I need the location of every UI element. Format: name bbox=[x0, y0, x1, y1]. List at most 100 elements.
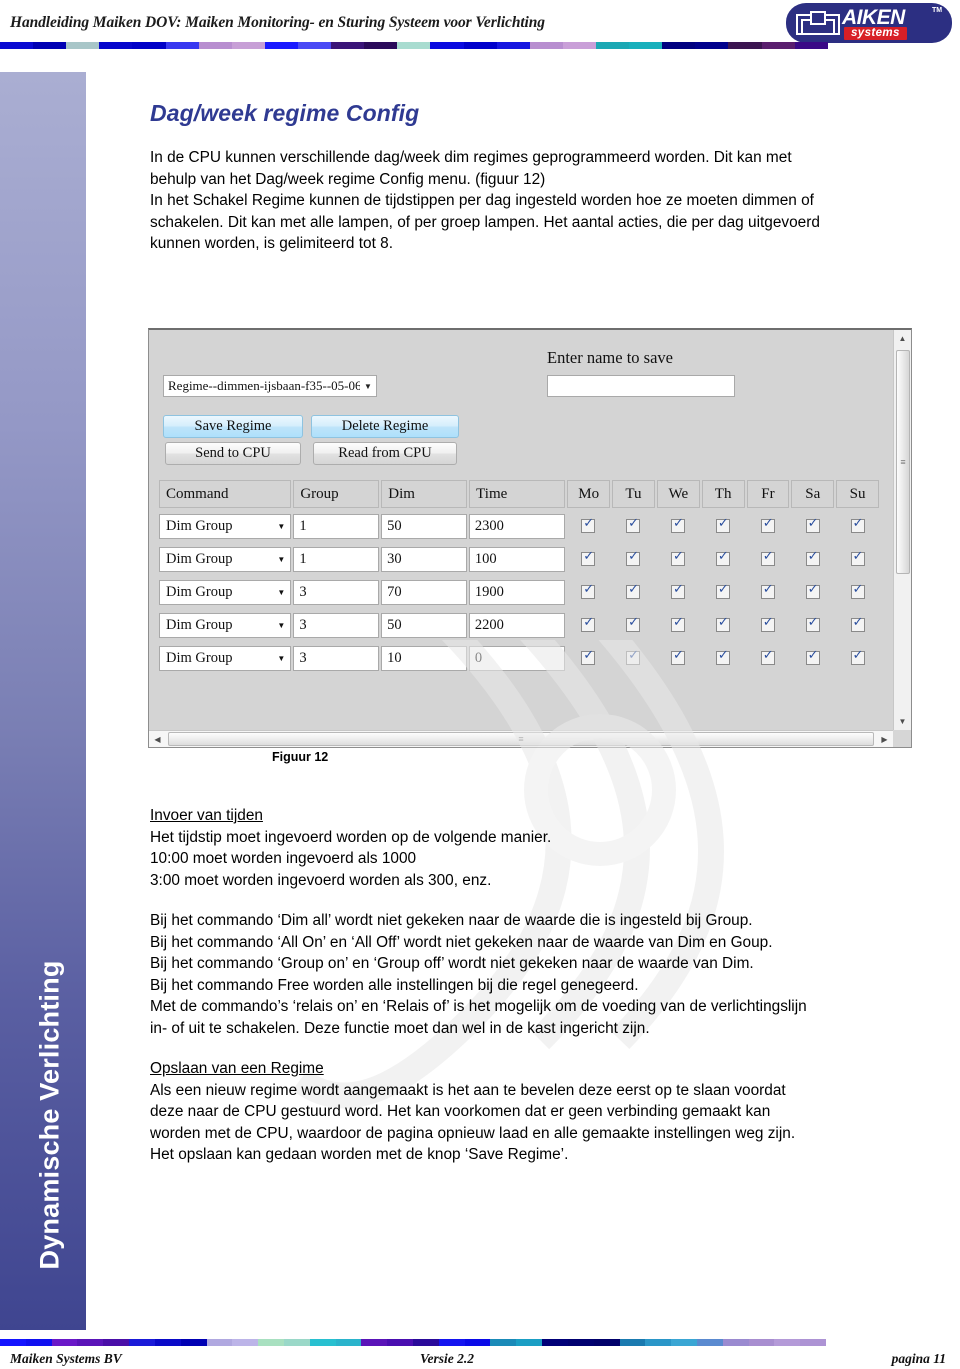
day-checkbox-we[interactable] bbox=[671, 582, 686, 599]
table-row: Dim Group ▼ 3 50 2200 bbox=[159, 610, 881, 643]
day-checkbox-we[interactable] bbox=[671, 648, 686, 665]
color-rule-segment bbox=[387, 1339, 413, 1346]
day-checkbox-th[interactable] bbox=[715, 582, 730, 599]
color-rule-segment bbox=[662, 42, 696, 49]
dim-input-cell: 50 bbox=[381, 610, 467, 640]
dim-input[interactable]: 10 bbox=[381, 645, 467, 671]
time-input[interactable]: 0 bbox=[468, 645, 565, 671]
day-checkbox-fr[interactable] bbox=[760, 582, 775, 599]
day-checkbox-we[interactable] bbox=[671, 516, 686, 533]
scroll-up-icon[interactable]: ▲ bbox=[894, 330, 911, 347]
day-checkbox-wrap bbox=[567, 582, 610, 599]
group-input[interactable]: 1 bbox=[293, 513, 380, 539]
name-to-save-input[interactable] bbox=[547, 375, 735, 397]
day-checkbox-su[interactable] bbox=[850, 516, 865, 533]
day-checkbox-sa[interactable] bbox=[805, 549, 820, 566]
day-checkbox-tu[interactable] bbox=[626, 516, 641, 533]
scroll-down-icon[interactable]: ▼ bbox=[894, 713, 911, 730]
day-cell bbox=[746, 610, 789, 640]
group-input[interactable]: 1 bbox=[293, 546, 380, 572]
day-checkbox-tu[interactable] bbox=[626, 549, 641, 566]
day-checkbox-fr[interactable] bbox=[760, 549, 775, 566]
chevron-down-icon: ▼ bbox=[277, 620, 286, 630]
vertical-scroll-thumb[interactable]: ≡ bbox=[896, 350, 910, 574]
group-input[interactable]: 3 bbox=[293, 579, 380, 605]
time-input-cell: 1900 bbox=[468, 577, 565, 607]
day-checkbox-su[interactable] bbox=[850, 648, 865, 665]
day-checkbox-su[interactable] bbox=[850, 549, 865, 566]
day-checkbox-tu[interactable] bbox=[626, 582, 641, 599]
time-input-cell: 0 bbox=[468, 643, 565, 673]
day-checkbox-sa[interactable] bbox=[805, 582, 820, 599]
command-select[interactable]: Dim Group ▼ bbox=[159, 645, 292, 671]
time-input[interactable]: 2200 bbox=[468, 612, 565, 638]
day-checkbox-mo[interactable] bbox=[581, 615, 596, 632]
time-input[interactable]: 100 bbox=[468, 546, 565, 572]
vertical-scrollbar[interactable]: ▲ ≡ ▼ bbox=[893, 330, 911, 730]
sidebar-label: Dynamische Verlichting bbox=[34, 960, 65, 1270]
day-checkbox-sa[interactable] bbox=[805, 615, 820, 632]
column-header: Sa bbox=[791, 480, 835, 508]
delete-regime-button[interactable]: Delete Regime bbox=[311, 415, 459, 438]
scroll-grip-icon: ≡ bbox=[900, 457, 906, 467]
dim-input[interactable]: 70 bbox=[381, 579, 467, 605]
time-input[interactable]: 2300 bbox=[468, 513, 565, 539]
day-cell bbox=[567, 577, 610, 607]
group-input-cell: 1 bbox=[293, 511, 380, 541]
scroll-left-icon[interactable]: ◀ bbox=[149, 731, 166, 747]
color-rule-segment bbox=[25, 1339, 52, 1346]
day-checkbox-fr[interactable] bbox=[760, 615, 775, 632]
regime-schedule-table: Command Group Dim Time Mo Tu We Th Fr Sa Su Dim Gro… bbox=[159, 480, 881, 676]
day-checkbox-sa[interactable] bbox=[805, 648, 820, 665]
day-checkbox-wrap bbox=[836, 549, 879, 566]
command-select[interactable]: Dim Group ▼ bbox=[159, 513, 292, 539]
read-from-cpu-button[interactable]: Read from CPU bbox=[313, 442, 457, 465]
day-cell bbox=[567, 643, 610, 673]
group-input[interactable]: 3 bbox=[293, 612, 380, 638]
regime-select[interactable]: Regime--dimmen-ijsbaan-f35--05-06-2012,1… bbox=[163, 375, 377, 397]
intro-text-block: Dag/week regime Config In de CPU kunnen … bbox=[150, 100, 822, 255]
day-cell bbox=[612, 577, 655, 607]
scroll-right-icon[interactable]: ▶ bbox=[876, 731, 893, 747]
day-checkbox-mo[interactable] bbox=[581, 648, 596, 665]
color-rule-segment bbox=[66, 42, 100, 49]
color-rule-segment bbox=[438, 1339, 465, 1346]
day-checkbox-mo[interactable] bbox=[581, 516, 596, 533]
day-checkbox-th[interactable] bbox=[715, 549, 730, 566]
command-select[interactable]: Dim Group ▼ bbox=[159, 546, 292, 572]
day-checkbox-su[interactable] bbox=[850, 615, 865, 632]
day-checkbox-mo[interactable] bbox=[581, 549, 596, 566]
day-checkbox-we[interactable] bbox=[671, 549, 686, 566]
group-input[interactable]: 3 bbox=[293, 645, 380, 671]
time-input[interactable]: 1900 bbox=[468, 579, 565, 605]
day-checkbox-fr[interactable] bbox=[760, 516, 775, 533]
horizontal-scroll-thumb[interactable]: ≡ bbox=[168, 732, 874, 746]
day-cell bbox=[791, 577, 834, 607]
footer-page-number: pagina 11 bbox=[891, 1351, 946, 1366]
times-line-1: Het tijdstip moet ingevoerd worden op de… bbox=[150, 828, 552, 846]
day-checkbox-th[interactable] bbox=[715, 615, 730, 632]
color-rule-segment bbox=[335, 1339, 362, 1346]
color-rule-segment bbox=[722, 1339, 749, 1346]
day-checkbox-th[interactable] bbox=[715, 648, 730, 665]
horizontal-scrollbar[interactable]: ◀ ≡ ▶ bbox=[149, 730, 893, 747]
color-rule-segment bbox=[774, 1339, 801, 1346]
day-checkbox-mo[interactable] bbox=[581, 582, 596, 599]
dim-input[interactable]: 50 bbox=[381, 513, 467, 539]
day-checkbox-tu[interactable] bbox=[626, 615, 641, 632]
day-checkbox-tu[interactable] bbox=[626, 648, 641, 665]
day-checkbox-su[interactable] bbox=[850, 582, 865, 599]
day-checkbox-wrap bbox=[701, 648, 744, 665]
command-select[interactable]: Dim Group ▼ bbox=[159, 612, 292, 638]
command-select[interactable]: Dim Group ▼ bbox=[159, 579, 292, 605]
save-regime-button[interactable]: Save Regime bbox=[163, 415, 303, 438]
send-to-cpu-button[interactable]: Send to CPU bbox=[165, 442, 301, 465]
day-checkbox-we[interactable] bbox=[671, 615, 686, 632]
dim-input[interactable]: 50 bbox=[381, 612, 467, 638]
day-checkbox-th[interactable] bbox=[715, 516, 730, 533]
day-checkbox-fr[interactable] bbox=[760, 648, 775, 665]
day-checkbox-sa[interactable] bbox=[805, 516, 820, 533]
dim-input[interactable]: 30 bbox=[381, 546, 467, 572]
logo-trademark: TM bbox=[932, 7, 943, 14]
command-select-value: Dim Group bbox=[166, 649, 233, 666]
